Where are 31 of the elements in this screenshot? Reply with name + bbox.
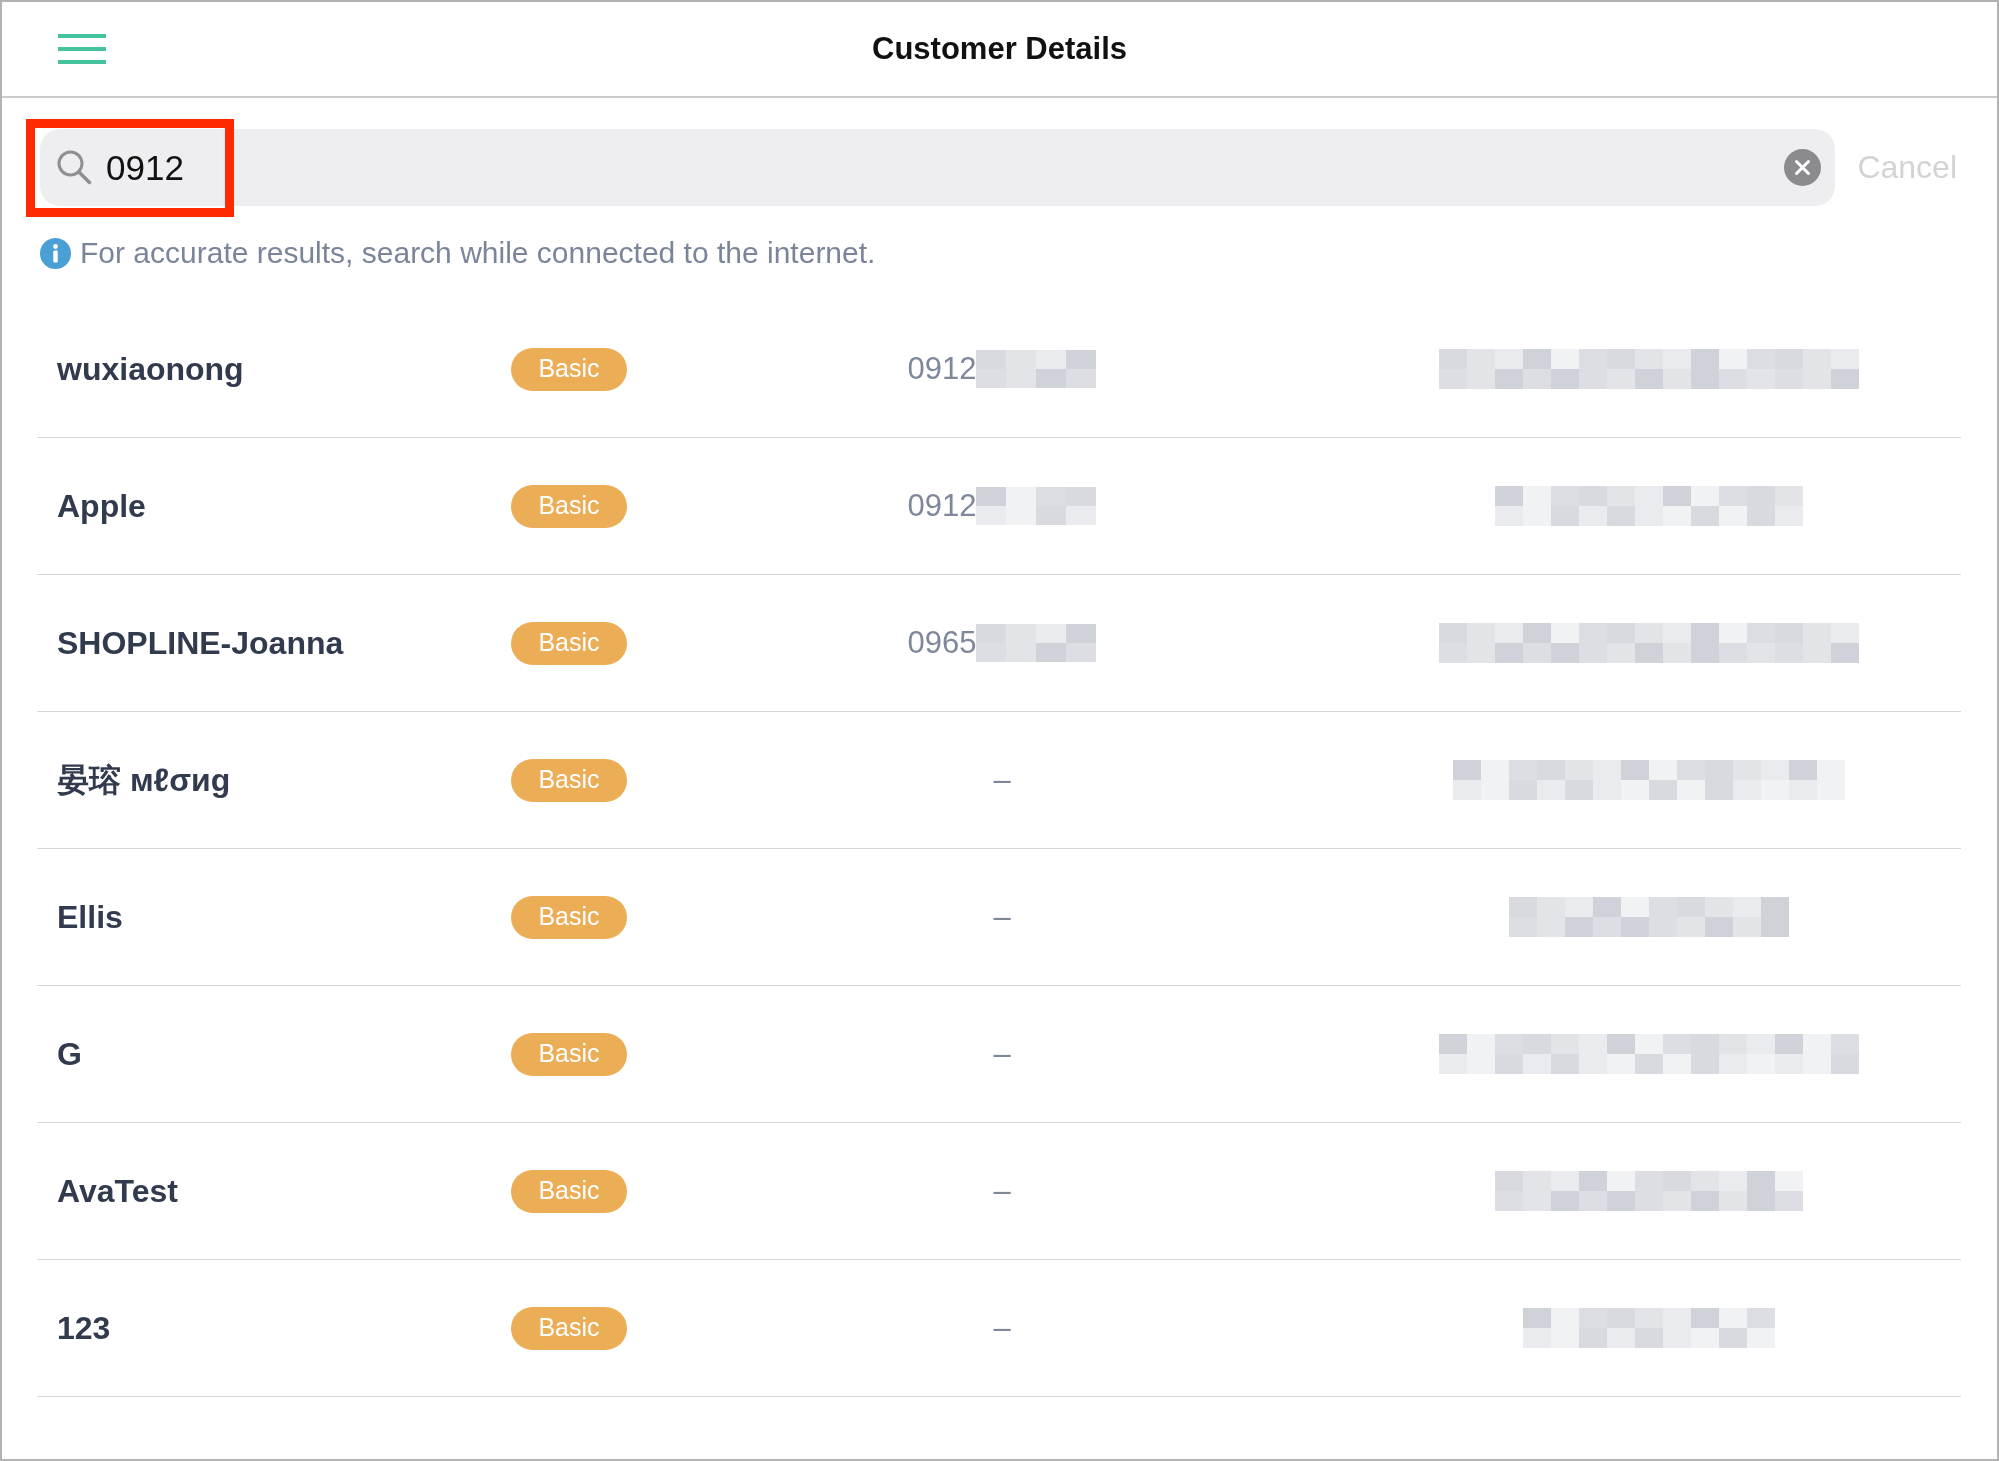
search-icon (56, 149, 92, 185)
info-icon (40, 237, 71, 269)
page-title: Customer Details (872, 30, 1127, 68)
search-field[interactable]: 0912 (40, 129, 1836, 206)
customer-name: 晏瑢 мℓσиg (57, 761, 231, 800)
customer-name: Apple (57, 487, 146, 526)
customer-name: SHOPLINE-Joanna (57, 624, 344, 663)
customer-name: AvaTest (57, 1172, 178, 1211)
tier-badge: Basic (511, 621, 627, 665)
phone-number: 0912 (907, 486, 977, 525)
phone-number: 0965 (907, 623, 977, 662)
tier-badge: Basic (511, 758, 627, 802)
clear-icon[interactable] (1784, 149, 1822, 186)
customer-name: wuxiaonong (57, 350, 244, 389)
phone-number: 0912 (907, 349, 977, 388)
empty-phone-dash: – (993, 760, 1011, 799)
tier-badge: Basic (511, 484, 627, 528)
tier-badge: Basic (511, 1169, 627, 1213)
empty-phone-dash: – (993, 1308, 1011, 1347)
empty-phone-dash: – (993, 1034, 1011, 1073)
tier-badge: Basic (511, 895, 627, 939)
empty-phone-dash: – (993, 1171, 1011, 1210)
customer-name: Ellis (57, 898, 123, 937)
menu-icon[interactable] (58, 34, 106, 64)
tier-badge: Basic (511, 1032, 627, 1076)
empty-phone-dash: – (993, 897, 1011, 936)
customer-name: G (57, 1035, 82, 1074)
tier-badge: Basic (511, 347, 627, 391)
tier-badge: Basic (511, 1306, 627, 1350)
customer-name: 123 (57, 1309, 111, 1348)
info-message: For accurate results, search while connected to the internet. (80, 235, 876, 271)
